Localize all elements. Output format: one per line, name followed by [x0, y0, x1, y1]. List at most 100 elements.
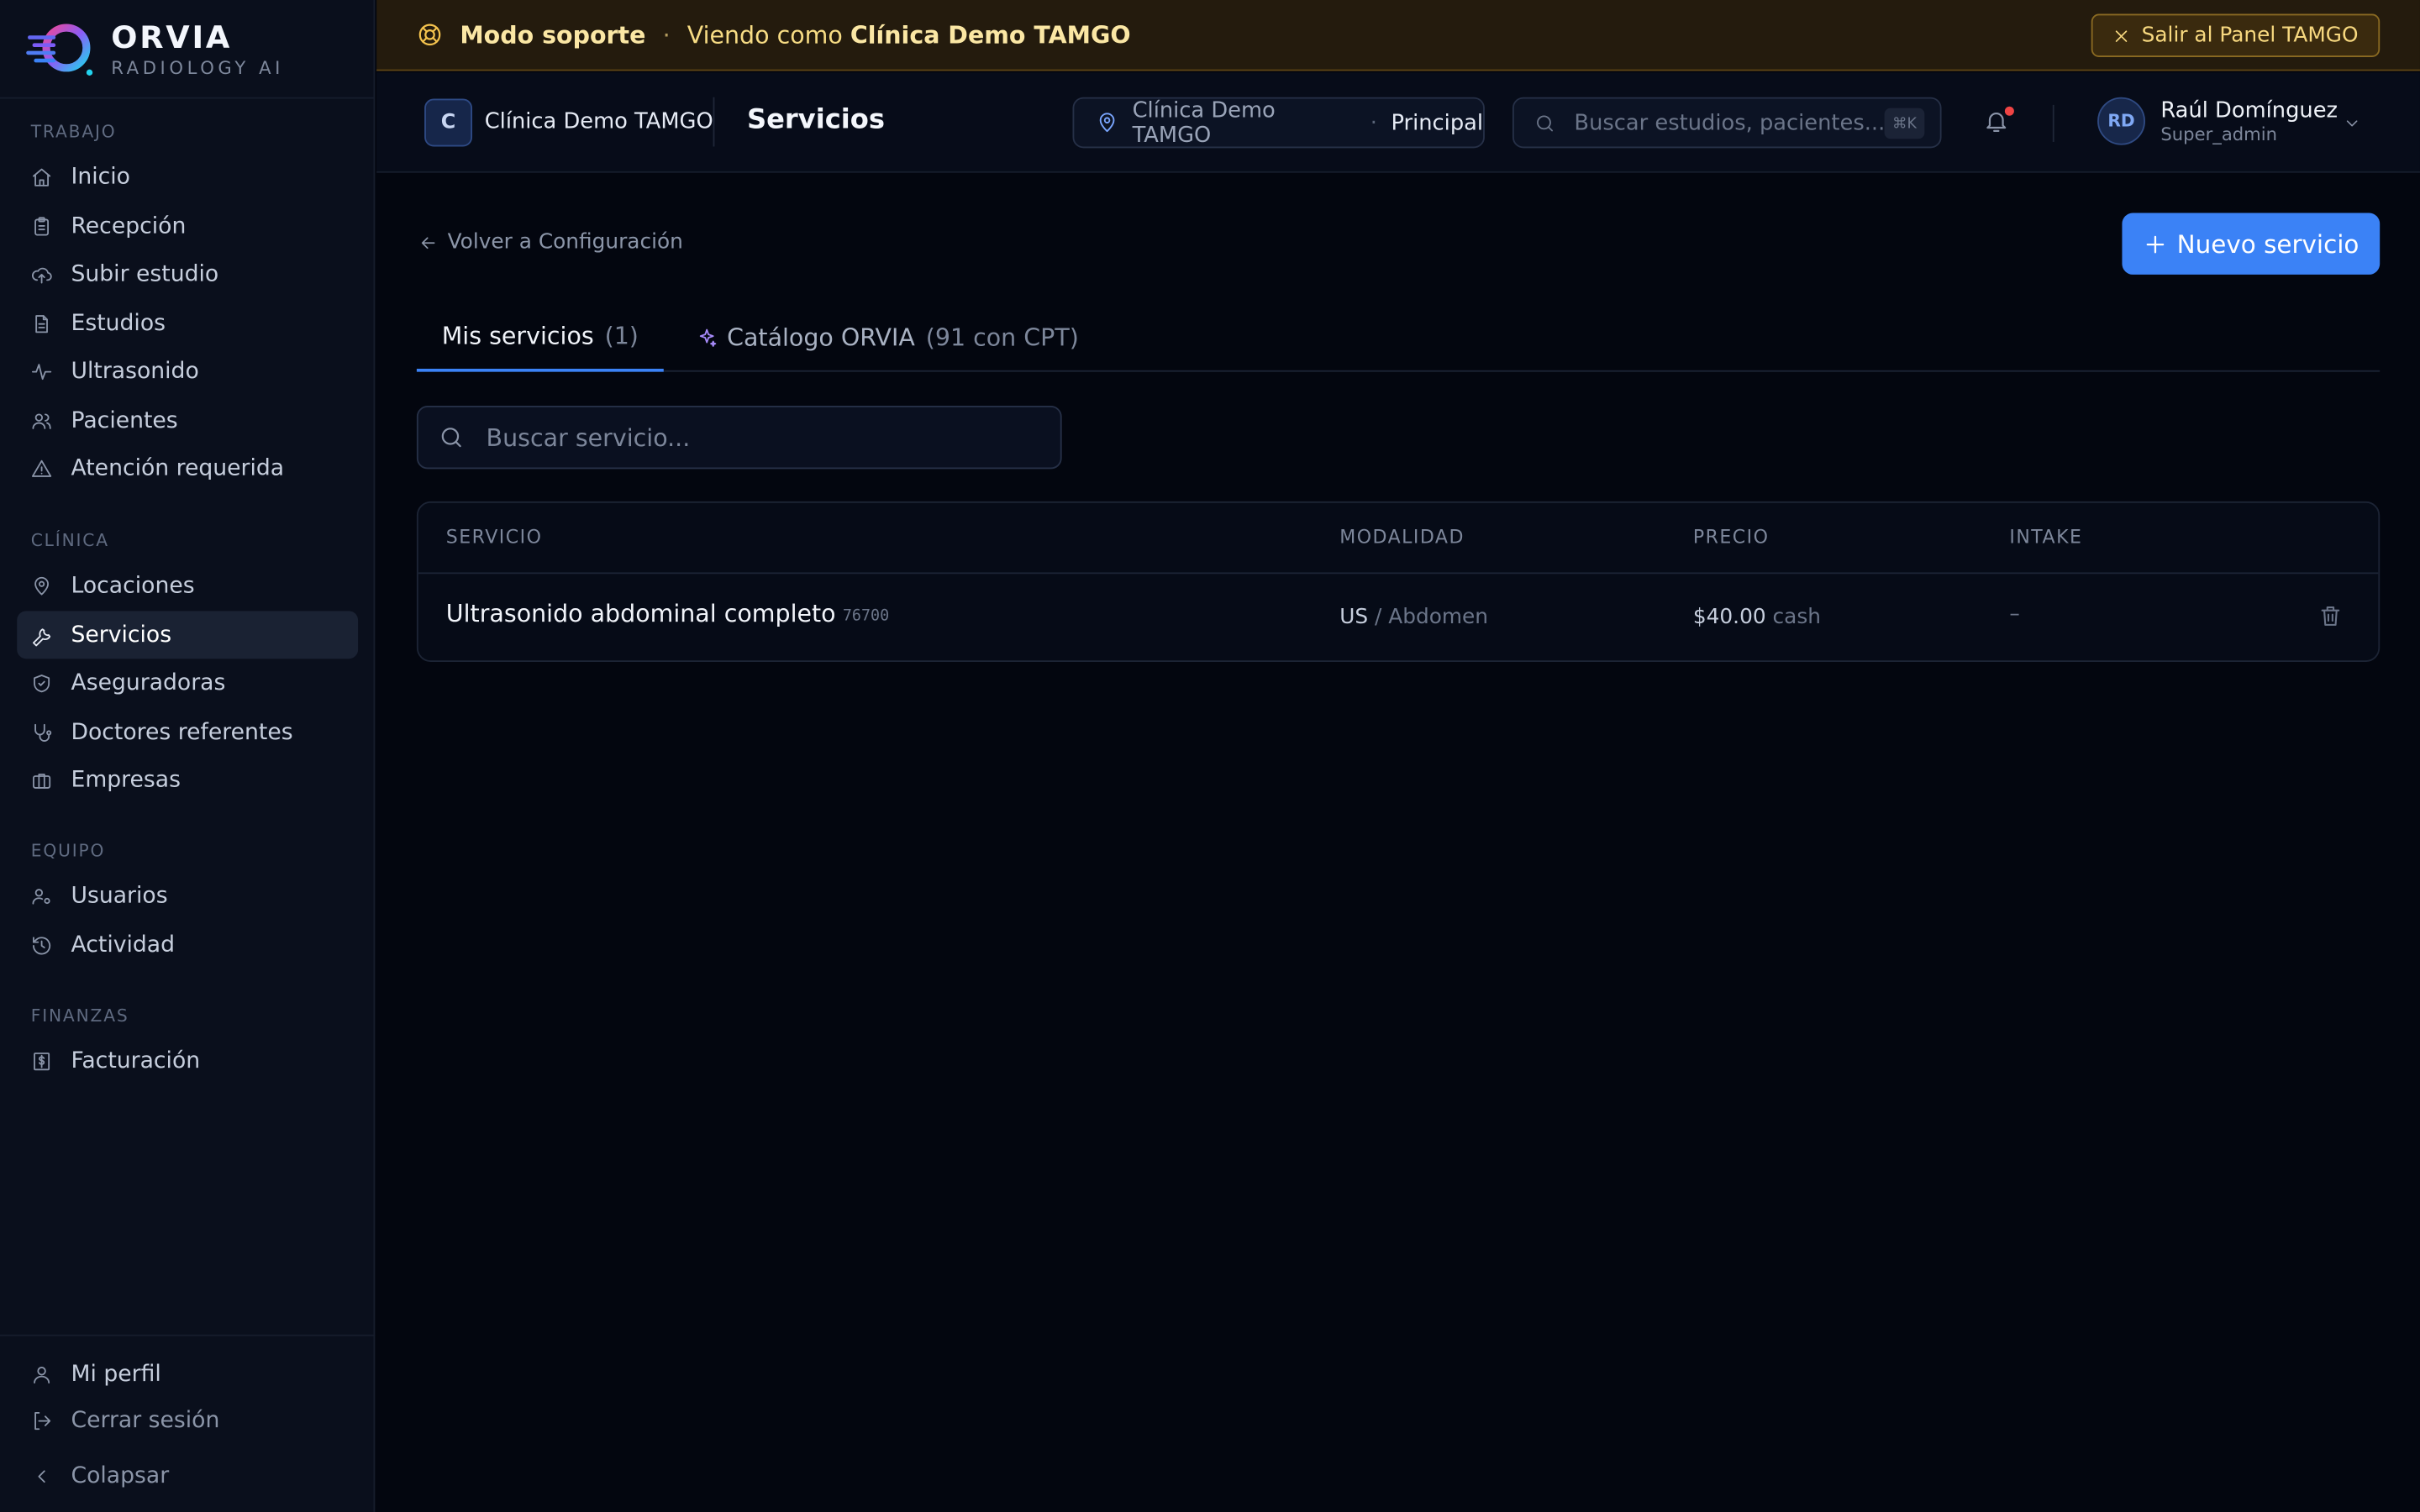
- divider: [713, 97, 715, 147]
- sidebar-item-label: Ultrasonido: [71, 359, 199, 384]
- global-search-placeholder: Buscar estudios, pacientes...: [1574, 110, 1886, 135]
- sidebar: ORVIA RADIOLOGY AI TRABAJO Inicio Recepc…: [0, 0, 376, 1512]
- sidebar-item-estudios[interactable]: Estudios: [17, 299, 358, 347]
- sidebar-item-label: Usuarios: [71, 883, 168, 908]
- sidebar-item-atencion-requerida[interactable]: Atención requerida: [17, 444, 358, 492]
- back-to-settings-link[interactable]: Volver a Configuración: [418, 230, 683, 255]
- wrench-icon: [33, 627, 51, 646]
- price-type: cash: [1772, 604, 1822, 630]
- logout-button[interactable]: Cerrar sesión: [17, 1396, 358, 1444]
- column-header-precio: PRECIO: [1692, 526, 1770, 549]
- activity-icon: [31, 363, 52, 380]
- tab-catalogo-orvia[interactable]: Catálogo ORVIA (91 con CPT): [696, 302, 1079, 372]
- shield-icon: [34, 674, 50, 692]
- price-value: $40.00: [1692, 604, 1766, 630]
- sidebar-item-label: Pacientes: [71, 407, 178, 433]
- sidebar-item-aseguradoras[interactable]: Aseguradoras: [17, 659, 358, 706]
- banner-separator: ·: [662, 20, 671, 49]
- trash-icon[interactable]: [2318, 603, 2343, 627]
- service-search-input[interactable]: Buscar servicio...: [416, 406, 1062, 470]
- home-icon: [33, 167, 51, 186]
- sidebar-item-label: Estudios: [71, 311, 166, 336]
- map-pin-icon: [1099, 113, 1115, 133]
- page-title: Servicios: [746, 104, 886, 136]
- clinic-name[interactable]: Clínica Demo TAMGO: [485, 109, 713, 134]
- lifebuoy-icon: [418, 24, 441, 46]
- sidebar-item-servicios[interactable]: Servicios: [17, 611, 359, 659]
- exit-support-label: Salir al Panel TAMGO: [2141, 23, 2359, 48]
- table-header: SERVICIO MODALIDAD PRECIO INTAKE: [418, 503, 2379, 575]
- users-icon: [32, 412, 51, 428]
- sidebar-item-ultrasonido[interactable]: Ultrasonido: [17, 347, 358, 395]
- sidebar-item-empresas[interactable]: Empresas: [17, 756, 358, 804]
- exit-support-button[interactable]: Salir al Panel TAMGO: [2091, 13, 2381, 57]
- sidebar-item-label: Subir estudio: [71, 261, 219, 286]
- user-cog-icon: [32, 888, 50, 904]
- sidebar-item-facturacion[interactable]: Facturación: [17, 1037, 358, 1084]
- file-icon: [35, 314, 48, 333]
- service-modality: US / Abdomen: [1339, 605, 1488, 629]
- section-title-trabajo: TRABAJO: [30, 122, 117, 142]
- location-clinic: Clínica Demo TAMGO: [1132, 97, 1276, 148]
- new-service-label: Nuevo servicio: [2176, 228, 2360, 259]
- sidebar-item-label: Servicios: [71, 622, 172, 648]
- sidebar-item-label: Aseguradoras: [71, 670, 226, 696]
- section-title-equipo: EQUIPO: [30, 841, 106, 861]
- history-icon: [33, 936, 51, 954]
- sidebar-item-doctores-referentes[interactable]: Doctores referentes: [17, 708, 358, 756]
- sidebar-item-label: Mi perfil: [71, 1361, 161, 1387]
- sidebar-item-actividad[interactable]: Actividad: [17, 921, 358, 969]
- table-row[interactable]: Ultrasonido abdominal completo 76700 US …: [418, 574, 2379, 660]
- orvia-logo-icon: [24, 18, 95, 79]
- tab-label: Catálogo ORVIA: [727, 323, 915, 351]
- service-price: $40.00 cash: [1693, 605, 1821, 629]
- briefcase-icon: [33, 773, 51, 788]
- notification-unread-dot: [2004, 106, 2014, 116]
- sidebar-item-label: Atención requerida: [71, 455, 285, 481]
- alert-triangle-icon: [31, 459, 52, 476]
- section-title-clinica: CLÍNICA: [30, 530, 109, 551]
- clinic-avatar[interactable]: C: [424, 98, 473, 147]
- sidebar-item-pacientes[interactable]: Pacientes: [17, 396, 358, 444]
- sidebar-item-inicio[interactable]: Inicio: [17, 153, 358, 201]
- tab-mis-servicios[interactable]: Mis servicios (1): [416, 302, 664, 372]
- location-selector[interactable]: Clínica Demo TAMGO · Principal: [1072, 97, 1485, 149]
- new-service-button[interactable]: Nuevo servicio: [2122, 213, 2381, 275]
- collapse-label: Colapsar: [71, 1463, 170, 1488]
- sidebar-item-label: Facturación: [71, 1048, 201, 1074]
- sparkles-icon: [699, 328, 717, 346]
- brand-subtitle: RADIOLOGY AI: [111, 56, 285, 78]
- user-avatar[interactable]: RD: [2097, 97, 2146, 145]
- sidebar-item-label: Recepción: [71, 213, 187, 239]
- upload-cloud-icon: [32, 266, 52, 283]
- sidebar-item-usuarios[interactable]: Usuarios: [17, 872, 358, 920]
- plus-icon: [2145, 234, 2164, 253]
- stethoscope-icon: [34, 722, 52, 741]
- sidebar-item-label: Actividad: [71, 932, 176, 958]
- global-search-input[interactable]: Buscar estudios, pacientes... ⌘K: [1512, 97, 1942, 149]
- chevron-down-icon[interactable]: [2343, 114, 2361, 133]
- viewing-as-clinic: Clínica Demo TAMGO: [850, 20, 1131, 49]
- tab-count: (91 con CPT): [925, 323, 1079, 351]
- service-intake: –: [2009, 601, 2020, 627]
- sidebar-item-label: Empresas: [71, 767, 182, 793]
- map-pin-icon: [34, 576, 50, 595]
- sidebar-item-subir-estudio[interactable]: Subir estudio: [17, 250, 358, 298]
- service-name: Ultrasonido abdominal completo: [445, 600, 836, 628]
- search-icon: [1537, 114, 1554, 131]
- sidebar-item-mi-perfil[interactable]: Mi perfil: [17, 1350, 358, 1398]
- collapse-sidebar-button[interactable]: Colapsar: [17, 1452, 358, 1499]
- sidebar-item-locaciones[interactable]: Locaciones: [17, 562, 358, 610]
- back-link-label: Volver a Configuración: [447, 229, 683, 255]
- column-header-modalidad: MODALIDAD: [1339, 526, 1465, 549]
- search-icon: [441, 428, 461, 448]
- search-shortcut-badge: ⌘K: [1884, 108, 1925, 139]
- user-icon: [34, 1366, 50, 1383]
- sidebar-item-recepcion[interactable]: Recepción: [17, 202, 358, 250]
- tab-label: Mis servicios: [441, 321, 594, 350]
- user-name[interactable]: Raúl Domínguez: [2160, 99, 2338, 123]
- brand-name: ORVIA: [111, 18, 233, 55]
- column-header-intake: INTAKE: [2009, 526, 2083, 549]
- location-site: Principal: [1391, 110, 1484, 135]
- logout-label: Cerrar sesión: [71, 1407, 220, 1433]
